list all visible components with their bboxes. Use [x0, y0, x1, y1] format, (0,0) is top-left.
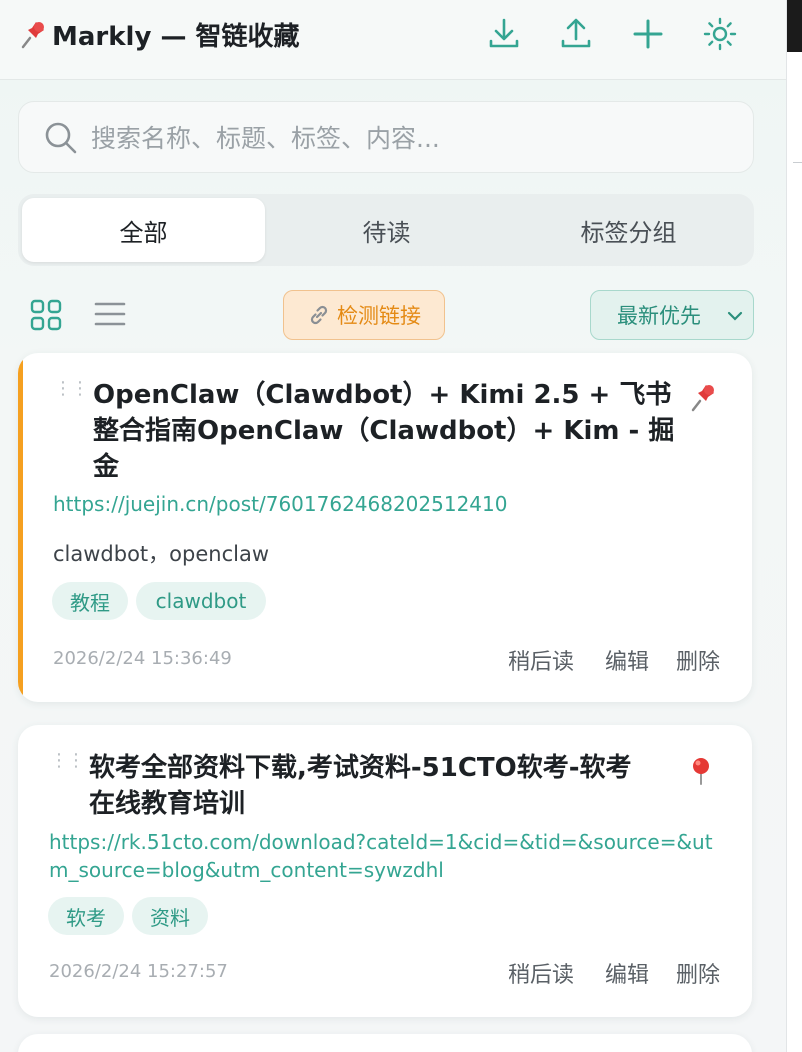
sort-select-label: 最新优先 [617, 304, 701, 328]
sort-select[interactable]: 最新优先 [590, 290, 754, 340]
grid-view-icon[interactable] [30, 299, 62, 335]
bookmark-description: clawdbot，openclaw [53, 542, 269, 566]
window-edge-dark [787, 0, 802, 52]
read-later-button[interactable]: 稍后读 [508, 644, 574, 676]
location-pin-icon[interactable] [690, 757, 712, 789]
plus-icon[interactable] [628, 14, 668, 54]
extension-panel: Markly — 智链收藏 搜索名称、标题、标签、内容... 全部 待读 标签分… [0, 0, 786, 1052]
edit-button[interactable]: 编辑 [605, 644, 649, 676]
bookmark-card[interactable]: ⋮⋮ 软考全部资料下载,考试资料-51CTO软考-软考 在线教育培训 https… [18, 725, 752, 1017]
tag-chip[interactable]: 软考 [48, 897, 124, 935]
download-icon[interactable] [484, 14, 524, 54]
tab-tag-groups[interactable]: 标签分组 [507, 198, 750, 262]
tag-chip[interactable]: clawdbot [136, 582, 266, 620]
delete-button[interactable]: 删除 [676, 957, 720, 989]
search-icon [45, 122, 77, 154]
bookmark-card[interactable] [18, 1034, 752, 1052]
delete-button[interactable]: 删除 [676, 644, 720, 676]
bookmark-url[interactable]: https://juejin.cn/post/76017624682025124… [53, 490, 507, 518]
bookmark-card[interactable]: ⋮⋮ OpenClaw（Clawdbot）+ Kimi 2.5 + 飞书 整合指… [18, 353, 752, 702]
bookmark-title-line[interactable]: OpenClaw（Clawdbot）+ Kimi 2.5 + 飞书 [93, 377, 671, 413]
drag-handle-icon[interactable]: ⋮⋮ [50, 752, 85, 770]
app-title: Markly — 智链收藏 [18, 16, 300, 53]
bookmark-url[interactable]: https://rk.51cto.com/download?cateId=1&c… [49, 828, 713, 856]
detect-links-label: 检测链接 [337, 304, 421, 328]
tag-chip[interactable]: 教程 [52, 582, 128, 620]
bookmark-title-line[interactable]: 整合指南OpenClaw（Clawdbot）+ Kim - 掘 [93, 413, 674, 449]
drag-handle-icon[interactable]: ⋮⋮ [54, 380, 89, 398]
read-later-button[interactable]: 稍后读 [508, 957, 574, 989]
bookmark-timestamp: 2026/2/24 15:36:49 [53, 648, 232, 669]
bookmark-title-line[interactable]: 金 [93, 449, 119, 485]
tab-bar: 全部 待读 标签分组 [18, 194, 754, 266]
edit-button[interactable]: 编辑 [605, 957, 649, 989]
divider [793, 162, 802, 163]
background-window-edge [786, 0, 802, 1052]
tag-chip[interactable]: 资料 [132, 897, 208, 935]
app-title-text: Markly — 智链收藏 [52, 22, 300, 52]
bookmark-timestamp: 2026/2/24 15:27:57 [49, 961, 228, 982]
tab-read-later[interactable]: 待读 [265, 198, 508, 262]
bookmark-title-line[interactable]: 软考全部资料下载,考试资料-51CTO软考-软考 [89, 750, 632, 786]
pushpin-icon [18, 20, 46, 50]
chevron-down-icon [727, 311, 743, 321]
detect-links-button[interactable]: 检测链接 [283, 290, 445, 340]
header: Markly — 智链收藏 [0, 0, 786, 80]
search-box[interactable] [18, 101, 754, 173]
bookmark-url[interactable]: m_source=blog&utm_content=sywzdhl [49, 856, 444, 884]
search-input[interactable] [91, 116, 731, 160]
upload-icon[interactable] [556, 14, 596, 54]
list-view-icon[interactable] [94, 301, 126, 331]
settings-icon[interactable] [700, 14, 740, 54]
tab-all[interactable]: 全部 [22, 198, 265, 262]
pin-toggle-icon[interactable] [688, 383, 716, 417]
bookmark-title-line[interactable]: 在线教育培训 [89, 786, 245, 822]
link-icon [310, 305, 328, 325]
